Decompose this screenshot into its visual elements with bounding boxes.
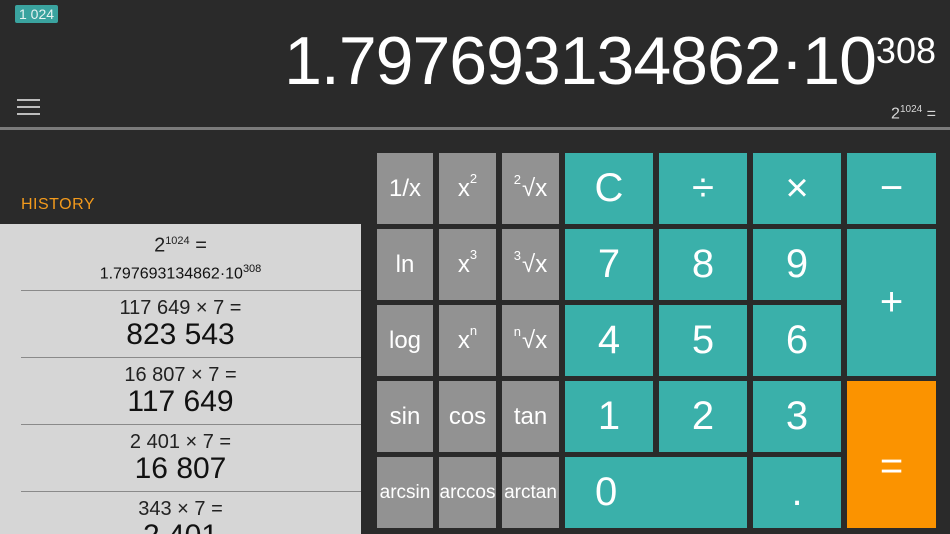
history-result: 117 649: [127, 385, 234, 418]
divide-button[interactable]: ÷: [659, 153, 747, 224]
square-button[interactable]: x2: [439, 153, 496, 224]
display-divider: [0, 127, 950, 130]
history-result: 823 543: [126, 318, 235, 351]
cube-root-button[interactable]: 3 √x: [502, 229, 559, 300]
digit-9-button[interactable]: 9: [753, 229, 841, 300]
history-expression: 21024 =: [154, 234, 207, 257]
digit-3-button[interactable]: 3: [753, 381, 841, 452]
plus-button[interactable]: +: [847, 229, 936, 376]
history-expression: 117 649 × 7 =: [119, 297, 242, 319]
current-expression: 21024 =: [891, 104, 936, 123]
minus-button[interactable]: −: [847, 153, 936, 224]
history-result: 2 401: [0, 520, 361, 534]
clear-button[interactable]: C: [565, 153, 653, 224]
arccos-button[interactable]: arccos: [439, 457, 496, 528]
history-item[interactable]: 117 649 × 7 = 823 543: [21, 291, 361, 358]
nth-root-button[interactable]: n √x: [502, 305, 559, 376]
display-panel: 1 024 1.797693134862·10308 21024 =: [0, 0, 950, 127]
arctan-button[interactable]: arctan: [502, 457, 559, 528]
arcsin-button[interactable]: arcsin: [377, 457, 433, 528]
digit-5-button[interactable]: 5: [659, 305, 747, 376]
digit-4-button[interactable]: 4: [565, 305, 653, 376]
memory-badge: 1 024: [15, 5, 59, 23]
result-display: 1.797693134862·10308: [284, 18, 936, 104]
square-root-button[interactable]: 2 √x: [502, 153, 559, 224]
digit-1-button[interactable]: 1: [565, 381, 653, 452]
ln-button[interactable]: ln: [377, 229, 433, 300]
history-result: 1.797693134862·10308: [99, 262, 262, 282]
cos-button[interactable]: cos: [439, 381, 496, 452]
equals-button[interactable]: =: [847, 381, 936, 528]
reciprocal-button[interactable]: 1/x: [377, 153, 433, 224]
history-list[interactable]: 21024 = 1.797693134862·10308 117 649 × 7…: [0, 224, 361, 534]
history-item[interactable]: 343 × 7 = 2 401: [21, 492, 361, 534]
digit-7-button[interactable]: 7: [565, 229, 653, 300]
decimal-point-button[interactable]: .: [753, 457, 841, 528]
history-expression: 343 × 7 =: [138, 498, 223, 520]
history-label: HISTORY: [21, 196, 96, 213]
history-result: 16 807: [134, 452, 227, 485]
cube-button[interactable]: x3: [439, 229, 496, 300]
history-item[interactable]: 21024 = 1.797693134862·10308: [21, 224, 361, 291]
result-exponent: 308: [875, 30, 936, 71]
result-mantissa: 1.797693134862·10: [284, 23, 877, 99]
digit-6-button[interactable]: 6: [753, 305, 841, 376]
history-item[interactable]: 2 401 × 7 = 16 807: [21, 425, 361, 492]
digit-2-button[interactable]: 2: [659, 381, 747, 452]
multiply-button[interactable]: ×: [753, 153, 841, 224]
history-expression: 2 401 × 7 =: [129, 431, 232, 453]
tan-button[interactable]: tan: [502, 381, 559, 452]
sin-button[interactable]: sin: [377, 381, 433, 452]
history-item[interactable]: 16 807 × 7 = 117 649: [21, 358, 361, 425]
power-button[interactable]: xn: [439, 305, 496, 376]
log-button[interactable]: log: [377, 305, 433, 376]
digit-8-button[interactable]: 8: [659, 229, 747, 300]
digit-0-button[interactable]: 0: [565, 457, 747, 528]
history-expression: 16 807 × 7 =: [124, 364, 237, 386]
hamburger-menu-icon[interactable]: [17, 99, 40, 115]
